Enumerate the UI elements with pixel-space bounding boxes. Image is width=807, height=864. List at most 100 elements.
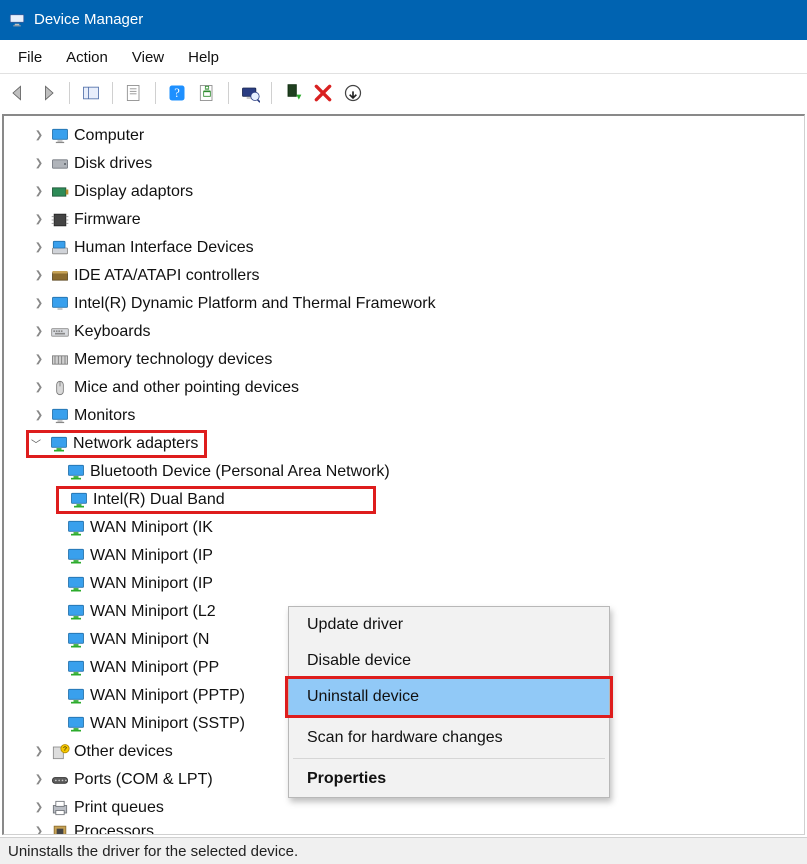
forward-button[interactable]: [36, 81, 60, 105]
keyboard-icon: [50, 322, 70, 342]
tree-label: Monitors: [74, 407, 135, 425]
cm-scan-hardware[interactable]: Scan for hardware changes: [289, 720, 609, 756]
status-text: Uninstalls the driver for the selected d…: [8, 843, 298, 860]
tree-label: Display adaptors: [74, 183, 193, 201]
context-menu: Update driver Disable device Uninstall d…: [288, 606, 610, 798]
help-button[interactable]: ?: [165, 81, 189, 105]
chevron-right-icon[interactable]: ❯: [32, 826, 46, 835]
svg-text:?: ?: [174, 86, 180, 100]
tree-label: Network adapters: [73, 435, 198, 453]
tree-node-keyboards[interactable]: ❯ Keyboards: [32, 318, 804, 346]
tree-node-display[interactable]: ❯ Display adaptors: [32, 178, 804, 206]
mouse-icon: [50, 378, 70, 398]
tree-label: Other devices: [74, 743, 173, 761]
chevron-right-icon[interactable]: ❯: [32, 746, 46, 757]
intel-icon: [50, 294, 70, 314]
tree-node-memtech[interactable]: ❯ Memory technology devices: [32, 346, 804, 374]
chevron-right-icon[interactable]: ❯: [32, 158, 46, 169]
tree-node-disk[interactable]: ❯ Disk drives: [32, 150, 804, 178]
back-button[interactable]: [6, 81, 30, 105]
scan-hardware-button[interactable]: [238, 81, 262, 105]
network-adapter-icon: [66, 462, 86, 482]
tree-node-intel-platform[interactable]: ❯ Intel(R) Dynamic Platform and Thermal …: [32, 290, 804, 318]
update-driver-button[interactable]: [341, 81, 365, 105]
device-manager-window: Device Manager File Action View Help ?: [0, 0, 807, 864]
chevron-right-icon[interactable]: ❯: [32, 298, 46, 309]
tree-node-adapter-wan-ik[interactable]: WAN Miniport (IK: [62, 514, 804, 542]
action-sheet-button[interactable]: [195, 81, 219, 105]
uninstall-device-button[interactable]: [311, 81, 335, 105]
chevron-right-icon[interactable]: ❯: [32, 802, 46, 813]
chevron-right-icon[interactable]: ❯: [32, 242, 46, 253]
tree-label: Ports (COM & LPT): [74, 771, 213, 789]
tree-label: IDE ATA/ATAPI controllers: [74, 267, 260, 285]
tree-node-ide[interactable]: ❯ IDE ATA/ATAPI controllers: [32, 262, 804, 290]
tree-node-computer[interactable]: ❯ Computer: [32, 122, 804, 150]
processor-icon: [50, 822, 70, 835]
network-adapter-icon: [49, 434, 69, 454]
tree-node-adapter-wan-ip2[interactable]: WAN Miniport (IP: [62, 570, 804, 598]
tree-node-mice[interactable]: ❯ Mice and other pointing devices: [32, 374, 804, 402]
tree-label: Bluetooth Device (Personal Area Network): [90, 463, 390, 481]
cm-uninstall-device[interactable]: Uninstall device: [289, 679, 609, 715]
tree-node-adapter-bt[interactable]: Bluetooth Device (Personal Area Network): [62, 458, 804, 486]
menu-help[interactable]: Help: [176, 46, 231, 69]
chevron-right-icon[interactable]: ❯: [32, 326, 46, 337]
tree-node-adapter-wan-ip[interactable]: WAN Miniport (IP: [62, 542, 804, 570]
tree-label: Memory technology devices: [74, 351, 272, 369]
tree-label: Firmware: [74, 211, 141, 229]
chevron-down-icon[interactable]: ﹀: [29, 436, 43, 451]
tree-node-processors[interactable]: ❯ Processors: [32, 822, 804, 835]
chevron-right-icon[interactable]: ❯: [32, 186, 46, 197]
printer-icon: [50, 798, 70, 818]
tree-label: Mice and other pointing devices: [74, 379, 299, 397]
network-adapter-icon: [66, 714, 86, 734]
tree-node-hid[interactable]: ❯ Human Interface Devices: [32, 234, 804, 262]
network-adapter-icon: [66, 658, 86, 678]
chevron-right-icon[interactable]: ❯: [32, 130, 46, 141]
chevron-right-icon[interactable]: ❯: [32, 382, 46, 393]
chevron-right-icon[interactable]: ❯: [32, 410, 46, 421]
properties-page-button[interactable]: [122, 81, 146, 105]
network-adapter-icon: [66, 518, 86, 538]
tree-node-network-adapters[interactable]: ﹀ Network adapters: [26, 430, 804, 458]
tree-node-firmware[interactable]: ❯ Firmware: [32, 206, 804, 234]
cm-disable-device[interactable]: Disable device: [289, 643, 609, 679]
tree-label: WAN Miniport (IP: [90, 547, 213, 565]
cm-properties[interactable]: Properties: [289, 761, 609, 797]
window-title: Device Manager: [34, 11, 143, 28]
menu-view[interactable]: View: [120, 46, 176, 69]
chevron-right-icon[interactable]: ❯: [32, 214, 46, 225]
tree-pane[interactable]: ❯ Computer ❯ Disk drives ❯ Display adapt…: [2, 114, 805, 835]
network-adapter-icon: [66, 546, 86, 566]
tree-label: WAN Miniport (SSTP): [90, 715, 245, 733]
tree-label: Intel(R) Dynamic Platform and Thermal Fr…: [74, 295, 436, 313]
tree-label: WAN Miniport (IK: [90, 519, 213, 537]
titlebar: Device Manager: [0, 0, 807, 40]
chevron-right-icon[interactable]: ❯: [32, 270, 46, 281]
disk-icon: [50, 154, 70, 174]
tree-label: WAN Miniport (PP: [90, 659, 219, 677]
device-manager-icon: [8, 11, 26, 29]
chevron-right-icon[interactable]: ❯: [32, 354, 46, 365]
show-hide-tree-button[interactable]: [79, 81, 103, 105]
tree-label: WAN Miniport (L2: [90, 603, 216, 621]
chevron-right-icon[interactable]: ❯: [32, 774, 46, 785]
tree-node-print-queues[interactable]: ❯ Print queues: [32, 794, 804, 822]
ports-icon: [50, 770, 70, 790]
toolbar-separator: [112, 82, 113, 104]
other-devices-icon: ?: [50, 742, 70, 762]
toolbar-separator: [228, 82, 229, 104]
tree-label: WAN Miniport (N: [90, 631, 209, 649]
cm-update-driver[interactable]: Update driver: [289, 607, 609, 643]
status-bar: Uninstalls the driver for the selected d…: [0, 837, 807, 864]
tree-label: Keyboards: [74, 323, 151, 341]
menu-file[interactable]: File: [6, 46, 54, 69]
toolbar-separator: [271, 82, 272, 104]
enable-device-button[interactable]: [281, 81, 305, 105]
toolbar-separator: [69, 82, 70, 104]
tree-node-adapter-intel-wifi[interactable]: Intel(R) Dual Band: [56, 486, 804, 514]
toolbar-separator: [155, 82, 156, 104]
tree-node-monitors[interactable]: ❯ Monitors: [32, 402, 804, 430]
menu-action[interactable]: Action: [54, 46, 120, 69]
